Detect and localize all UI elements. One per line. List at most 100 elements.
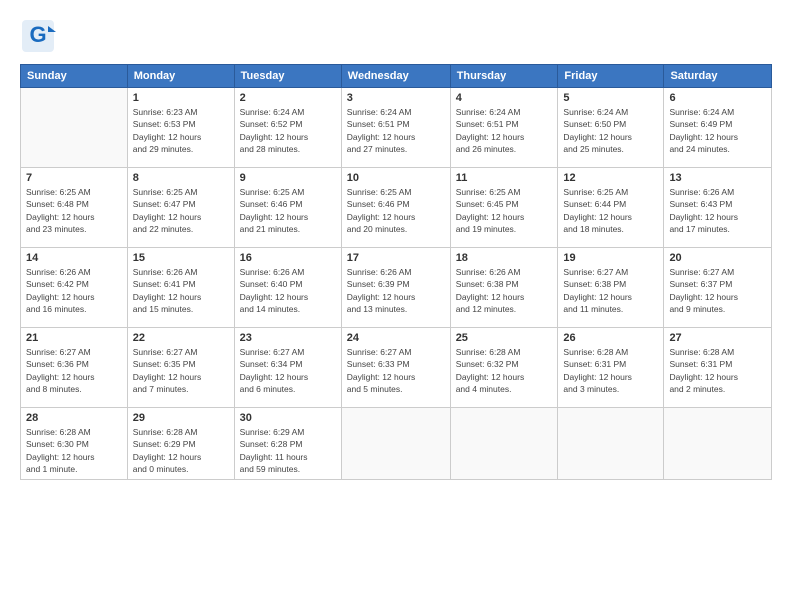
day-number: 4 — [456, 92, 553, 104]
day-info: Sunrise: 6:24 AM Sunset: 6:51 PM Dayligh… — [347, 106, 445, 155]
logo-icon: G — [20, 18, 56, 54]
calendar-cell: 6 Sunrise: 6:24 AM Sunset: 6:49 PM Daylig… — [664, 88, 772, 168]
day-number: 26 — [563, 332, 658, 344]
calendar-cell: 3 Sunrise: 6:24 AM Sunset: 6:51 PM Daylig… — [341, 88, 450, 168]
calendar-cell — [664, 408, 772, 480]
day-info: Sunrise: 6:27 AM Sunset: 6:35 PM Dayligh… — [133, 346, 229, 395]
day-info: Sunrise: 6:26 AM Sunset: 6:41 PM Dayligh… — [133, 266, 229, 315]
calendar-cell: 17 Sunrise: 6:26 AM Sunset: 6:39 PM Dayli… — [341, 248, 450, 328]
calendar-cell: 5 Sunrise: 6:24 AM Sunset: 6:50 PM Daylig… — [558, 88, 664, 168]
day-number: 5 — [563, 92, 658, 104]
day-info: Sunrise: 6:28 AM Sunset: 6:30 PM Dayligh… — [26, 426, 122, 475]
day-info: Sunrise: 6:26 AM Sunset: 6:40 PM Dayligh… — [240, 266, 336, 315]
day-info: Sunrise: 6:26 AM Sunset: 6:39 PM Dayligh… — [347, 266, 445, 315]
calendar-cell: 4 Sunrise: 6:24 AM Sunset: 6:51 PM Daylig… — [450, 88, 558, 168]
calendar-cell: 13 Sunrise: 6:26 AM Sunset: 6:43 PM Dayli… — [664, 168, 772, 248]
day-number: 17 — [347, 252, 445, 264]
header: G — [20, 18, 772, 54]
day-number: 30 — [240, 412, 336, 424]
calendar-cell: 16 Sunrise: 6:26 AM Sunset: 6:40 PM Dayli… — [234, 248, 341, 328]
calendar-cell: 2Sunrise: 6:24 AM Sunset: 6:52 PM Daylig… — [234, 88, 341, 168]
day-info: Sunrise: 6:24 AM Sunset: 6:50 PM Dayligh… — [563, 106, 658, 155]
calendar-cell: 26 Sunrise: 6:28 AM Sunset: 6:31 PM Dayli… — [558, 328, 664, 408]
calendar-cell: 18 Sunrise: 6:26 AM Sunset: 6:38 PM Dayli… — [450, 248, 558, 328]
day-info: Sunrise: 6:28 AM Sunset: 6:31 PM Dayligh… — [563, 346, 658, 395]
day-info: Sunrise: 6:23 AM Sunset: 6:53 PM Dayligh… — [133, 106, 229, 155]
day-number: 12 — [563, 172, 658, 184]
day-info: Sunrise: 6:25 AM Sunset: 6:45 PM Dayligh… — [456, 186, 553, 235]
day-info: Sunrise: 6:25 AM Sunset: 6:44 PM Dayligh… — [563, 186, 658, 235]
weekday-header-wednesday: Wednesday — [341, 65, 450, 88]
calendar-header: SundayMondayTuesdayWednesdayThursdayFrid… — [21, 65, 772, 88]
calendar-cell — [341, 408, 450, 480]
day-info: Sunrise: 6:25 AM Sunset: 6:48 PM Dayligh… — [26, 186, 122, 235]
day-info: Sunrise: 6:25 AM Sunset: 6:47 PM Dayligh… — [133, 186, 229, 235]
logo: G — [20, 18, 56, 54]
day-number: 16 — [240, 252, 336, 264]
calendar-cell: 27 Sunrise: 6:28 AM Sunset: 6:31 PM Dayli… — [664, 328, 772, 408]
day-number: 14 — [26, 252, 122, 264]
day-number: 22 — [133, 332, 229, 344]
day-number: 29 — [133, 412, 229, 424]
calendar-cell: 9 Sunrise: 6:25 AM Sunset: 6:46 PM Daylig… — [234, 168, 341, 248]
day-number: 7 — [26, 172, 122, 184]
weekday-header-saturday: Saturday — [664, 65, 772, 88]
page: G SundayMondayTuesdayWednesdayThursdayFr… — [0, 0, 792, 612]
svg-text:G: G — [29, 22, 46, 47]
day-info: Sunrise: 6:27 AM Sunset: 6:34 PM Dayligh… — [240, 346, 336, 395]
day-info: Sunrise: 6:24 AM Sunset: 6:49 PM Dayligh… — [669, 106, 766, 155]
calendar-cell: 21 Sunrise: 6:27 AM Sunset: 6:36 PM Dayli… — [21, 328, 128, 408]
calendar-cell: 25 Sunrise: 6:28 AM Sunset: 6:32 PM Dayli… — [450, 328, 558, 408]
day-number: 21 — [26, 332, 122, 344]
weekday-header-friday: Friday — [558, 65, 664, 88]
calendar-cell: 20 Sunrise: 6:27 AM Sunset: 6:37 PM Dayli… — [664, 248, 772, 328]
day-number: 3 — [347, 92, 445, 104]
day-number: 15 — [133, 252, 229, 264]
calendar-cell — [558, 408, 664, 480]
day-number: 20 — [669, 252, 766, 264]
day-number: 13 — [669, 172, 766, 184]
calendar-cell: 10Sunrise: 6:25 AM Sunset: 6:46 PM Dayli… — [341, 168, 450, 248]
day-number: 2 — [240, 92, 336, 104]
day-info: Sunrise: 6:27 AM Sunset: 6:33 PM Dayligh… — [347, 346, 445, 395]
day-info: Sunrise: 6:26 AM Sunset: 6:43 PM Dayligh… — [669, 186, 766, 235]
calendar-cell: 23 Sunrise: 6:27 AM Sunset: 6:34 PM Dayli… — [234, 328, 341, 408]
day-info: Sunrise: 6:28 AM Sunset: 6:29 PM Dayligh… — [133, 426, 229, 475]
calendar-cell: 1 Sunrise: 6:23 AM Sunset: 6:53 PM Daylig… — [127, 88, 234, 168]
day-number: 9 — [240, 172, 336, 184]
calendar-cell: 22 Sunrise: 6:27 AM Sunset: 6:35 PM Dayli… — [127, 328, 234, 408]
day-info: Sunrise: 6:28 AM Sunset: 6:32 PM Dayligh… — [456, 346, 553, 395]
calendar-cell — [450, 408, 558, 480]
day-info: Sunrise: 6:24 AM Sunset: 6:51 PM Dayligh… — [456, 106, 553, 155]
day-number: 27 — [669, 332, 766, 344]
day-info: Sunrise: 6:27 AM Sunset: 6:36 PM Dayligh… — [26, 346, 122, 395]
calendar-cell: 29 Sunrise: 6:28 AM Sunset: 6:29 PM Dayli… — [127, 408, 234, 480]
calendar-cell: 15 Sunrise: 6:26 AM Sunset: 6:41 PM Dayli… — [127, 248, 234, 328]
weekday-header-monday: Monday — [127, 65, 234, 88]
calendar-cell: 24 Sunrise: 6:27 AM Sunset: 6:33 PM Dayli… — [341, 328, 450, 408]
day-info: Sunrise: 6:27 AM Sunset: 6:38 PM Dayligh… — [563, 266, 658, 315]
day-number: 6 — [669, 92, 766, 104]
day-number: 23 — [240, 332, 336, 344]
day-info: Sunrise: 6:28 AM Sunset: 6:31 PM Dayligh… — [669, 346, 766, 395]
day-info: Sunrise: 6:27 AM Sunset: 6:37 PM Dayligh… — [669, 266, 766, 315]
day-info: Sunrise: 6:26 AM Sunset: 6:38 PM Dayligh… — [456, 266, 553, 315]
day-number: 18 — [456, 252, 553, 264]
calendar-cell: 19 Sunrise: 6:27 AM Sunset: 6:38 PM Dayli… — [558, 248, 664, 328]
day-number: 19 — [563, 252, 658, 264]
calendar-cell: 8 Sunrise: 6:25 AM Sunset: 6:47 PM Daylig… — [127, 168, 234, 248]
weekday-header-tuesday: Tuesday — [234, 65, 341, 88]
weekday-header-sunday: Sunday — [21, 65, 128, 88]
day-number: 8 — [133, 172, 229, 184]
calendar-cell: 7 Sunrise: 6:25 AM Sunset: 6:48 PM Daylig… — [21, 168, 128, 248]
day-number: 10 — [347, 172, 445, 184]
calendar-cell: 30Sunrise: 6:29 AM Sunset: 6:28 PM Dayli… — [234, 408, 341, 480]
day-number: 1 — [133, 92, 229, 104]
calendar-cell: 12 Sunrise: 6:25 AM Sunset: 6:44 PM Dayli… — [558, 168, 664, 248]
day-number: 24 — [347, 332, 445, 344]
day-number: 25 — [456, 332, 553, 344]
weekday-header-thursday: Thursday — [450, 65, 558, 88]
calendar-cell: 14Sunrise: 6:26 AM Sunset: 6:42 PM Dayli… — [21, 248, 128, 328]
day-number: 11 — [456, 172, 553, 184]
day-info: Sunrise: 6:25 AM Sunset: 6:46 PM Dayligh… — [240, 186, 336, 235]
